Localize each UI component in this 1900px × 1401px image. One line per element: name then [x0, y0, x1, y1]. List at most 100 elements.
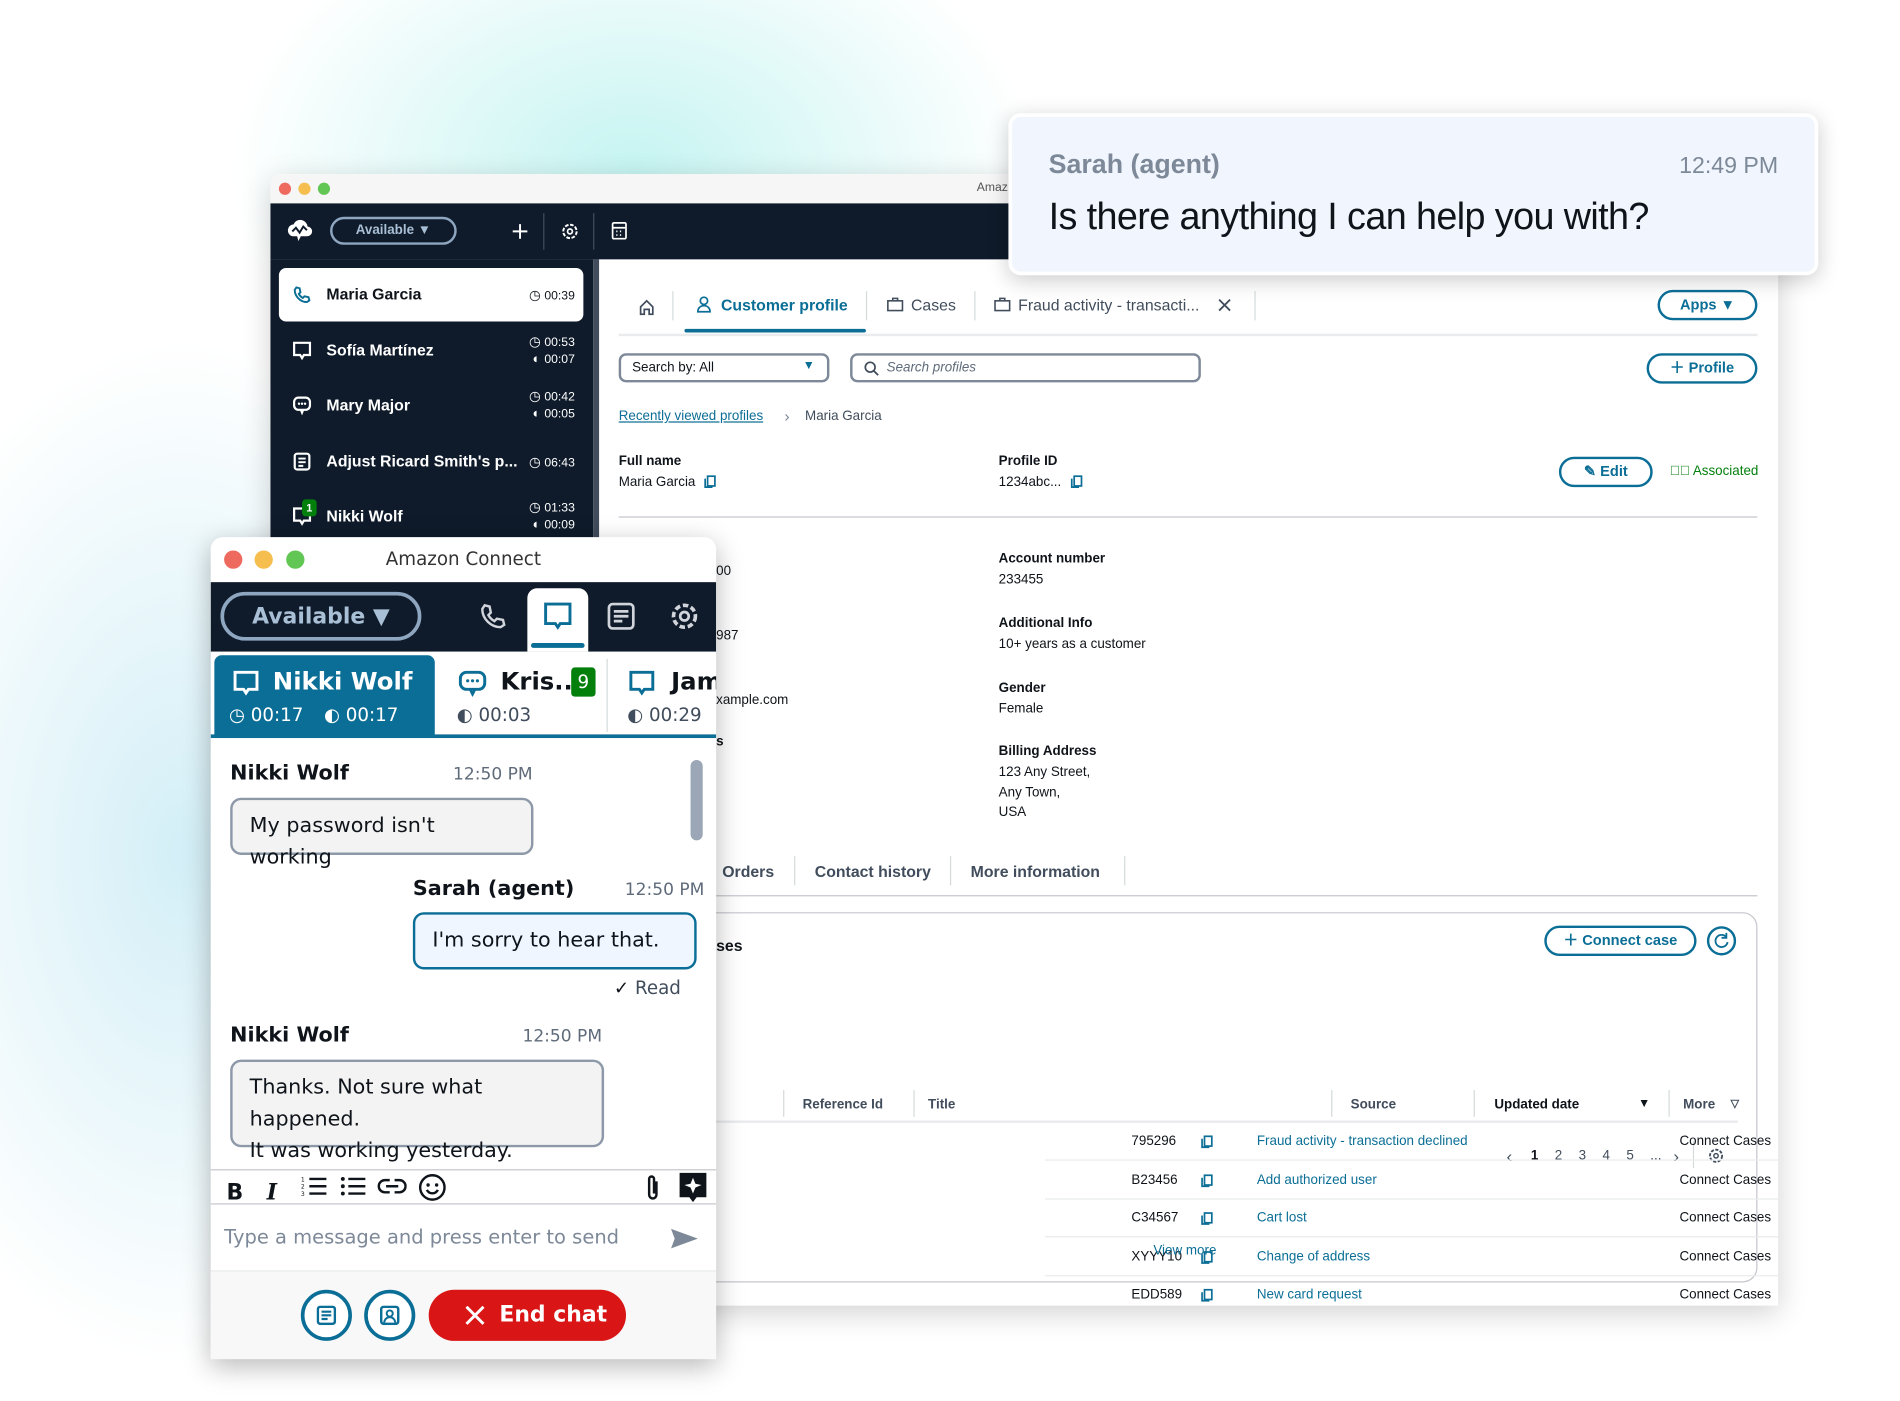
copy-icon[interactable]	[1201, 1135, 1213, 1152]
column-header[interactable]: Title	[928, 1097, 955, 1112]
message-input[interactable]: Type a message and press enter to send	[211, 1205, 716, 1271]
end-chat-button[interactable]: End chat	[428, 1289, 627, 1341]
send-icon[interactable]	[670, 1226, 699, 1250]
timer-value: 01:33	[544, 501, 575, 516]
case-title-link[interactable]: Fraud activity - transaction declined	[1257, 1134, 1468, 1149]
task-icon	[292, 451, 311, 474]
field-value: Any Town,	[998, 784, 1061, 800]
contact-timer: ◷ 01:33	[529, 499, 575, 516]
table-row: EDD589New card requestConnect Cases12/02…	[1045, 1276, 1778, 1305]
close-tab-icon[interactable]	[1218, 298, 1231, 312]
column-divider	[783, 1090, 785, 1117]
stage: Amaz Available ▼ Maria Garcia ◷ 00:39 Sofí…	[0, 0, 1900, 1401]
contact-timer: ◐ 00:03	[457, 704, 531, 726]
reference-id: EDD589	[1131, 1287, 1183, 1302]
gear-icon[interactable]	[560, 222, 579, 241]
copy-icon[interactable]	[1201, 1288, 1213, 1306]
tab-label: Customer profile	[720, 295, 848, 315]
ai-assist-icon[interactable]	[678, 1172, 707, 1205]
gear-icon[interactable]	[669, 600, 701, 632]
copy-icon[interactable]	[1070, 475, 1083, 489]
status-dropdown[interactable]: Available ▼	[330, 216, 457, 245]
case-title-link[interactable]: Add authorized user	[1257, 1172, 1377, 1187]
divider	[672, 291, 674, 321]
sidebar-contact-item[interactable]: Mary Major ◷ 00:42 ◐ 00:05	[279, 379, 583, 433]
bold-icon[interactable]: B	[227, 1180, 244, 1206]
field-label: Additional Info	[998, 616, 1093, 631]
check-circle-icon: ✓⃝	[1669, 464, 1690, 479]
copy-icon[interactable]	[1201, 1212, 1213, 1229]
status-dropdown[interactable]: Available ▼	[220, 591, 422, 641]
apps-label: Apps	[1679, 295, 1717, 314]
subtab-more-information[interactable]: More information	[971, 862, 1100, 880]
divider	[949, 856, 952, 886]
case-source: Connect Cases	[1679, 1287, 1772, 1302]
field-value: USA	[998, 805, 1027, 820]
plus-icon[interactable]	[512, 223, 529, 240]
task-list-icon[interactable]	[607, 602, 636, 631]
svg-text:3: 3	[301, 1191, 305, 1198]
home-icon[interactable]	[638, 298, 655, 316]
column-header[interactable]: More	[1683, 1097, 1715, 1112]
case-title-link[interactable]: Change of address	[1257, 1249, 1370, 1264]
attachment-icon[interactable]	[645, 1173, 660, 1202]
active-tab-indicator	[684, 328, 866, 333]
chat-scrollbar[interactable]	[690, 759, 703, 841]
contact-tab-kris[interactable]: Kris.. 9 ◐ 00:03	[442, 655, 606, 737]
copy-icon[interactable]	[1201, 1173, 1213, 1190]
column-header[interactable]: Source	[1351, 1097, 1396, 1112]
column-header[interactable]: Reference Id	[803, 1097, 883, 1112]
field-label: Billing Address	[998, 744, 1097, 759]
italic-icon[interactable]: I	[267, 1180, 277, 1206]
divider	[974, 291, 976, 321]
maximize-window-button[interactable]	[317, 182, 331, 195]
case-source: Connect Cases	[1679, 1172, 1772, 1187]
view-more-link[interactable]: View more	[1153, 1243, 1216, 1258]
workspace-content: Customer profile Cases Fraud activity - …	[599, 259, 1779, 1306]
emoji-icon[interactable]	[418, 1173, 447, 1202]
bullet-list-icon[interactable]	[340, 1174, 367, 1198]
clock-icon: ◷	[228, 703, 245, 726]
chat-bot-icon	[292, 396, 312, 419]
link-icon[interactable]	[377, 1178, 407, 1195]
customer-profile-button[interactable]	[364, 1289, 416, 1341]
contact-tab-nikki-wolf[interactable]: Nikki Wolf ◷ 00:17 ◐ 00:17	[214, 655, 435, 737]
sidebar-contact-item[interactable]: Maria Garcia ◷ 00:39	[278, 267, 584, 322]
timer-value: 00:17	[250, 703, 304, 726]
caret-down-icon: ▼	[802, 359, 815, 373]
search-by-select[interactable]: Search by: All ▼	[618, 353, 830, 383]
case-title-link[interactable]: Cart lost	[1257, 1211, 1307, 1226]
sort-descending-icon[interactable]: ▼	[1638, 1097, 1650, 1110]
breadcrumb-current: Maria Garcia	[805, 409, 882, 424]
calendar-icon[interactable]	[611, 222, 627, 240]
numbered-list-icon[interactable]: 123	[301, 1174, 328, 1198]
search-profiles-input[interactable]: Search profiles	[850, 353, 1201, 383]
chat-mode-tab[interactable]	[527, 588, 589, 652]
search-icon	[864, 361, 879, 376]
task-button[interactable]	[300, 1289, 352, 1341]
column-header[interactable]: Updated date	[1494, 1097, 1579, 1112]
refresh-icon[interactable]	[1706, 926, 1737, 956]
message-notification[interactable]: Sarah (agent) 12:49 PM Is there anything…	[1008, 113, 1819, 276]
message-text: I'm sorry to hear that.	[432, 928, 660, 953]
sidebar-contact-item[interactable]: 1 Nikki Wolf ◷ 01:33 ◐ 00:09	[279, 490, 583, 544]
contact-tab-jam[interactable]: Jam ◐ 00:29	[613, 655, 716, 737]
subtab-contact-history[interactable]: Contact history	[815, 862, 931, 880]
edit-label: Edit	[1600, 462, 1628, 480]
close-window-button[interactable]	[278, 182, 292, 195]
add-profile-button[interactable]: ＋ Profile	[1646, 353, 1758, 384]
minimize-window-button[interactable]	[298, 182, 311, 195]
connect-case-button[interactable]: ＋ Connect case	[1544, 925, 1697, 957]
copy-icon[interactable]	[704, 475, 716, 489]
unread-badge: 1	[302, 499, 317, 517]
sidebar-contact-item[interactable]: Adjust Ricard Smith's p... ◷ 06:43	[279, 434, 583, 488]
status-label: Available	[355, 222, 415, 238]
sidebar-contact-item[interactable]: Sofía Martínez ◷ 00:53 ◐ 00:07	[279, 323, 583, 377]
case-title-link[interactable]: New card request	[1257, 1287, 1362, 1302]
edit-button[interactable]: ✎ Edit	[1558, 456, 1653, 488]
filter-caret-icon[interactable]: ▽	[1731, 1097, 1739, 1110]
subtab-orders[interactable]: Orders	[722, 862, 774, 880]
breadcrumb-link[interactable]: Recently viewed profiles	[619, 409, 763, 424]
phone-icon[interactable]	[479, 602, 508, 631]
apps-dropdown[interactable]: Apps ▼	[1657, 289, 1758, 321]
